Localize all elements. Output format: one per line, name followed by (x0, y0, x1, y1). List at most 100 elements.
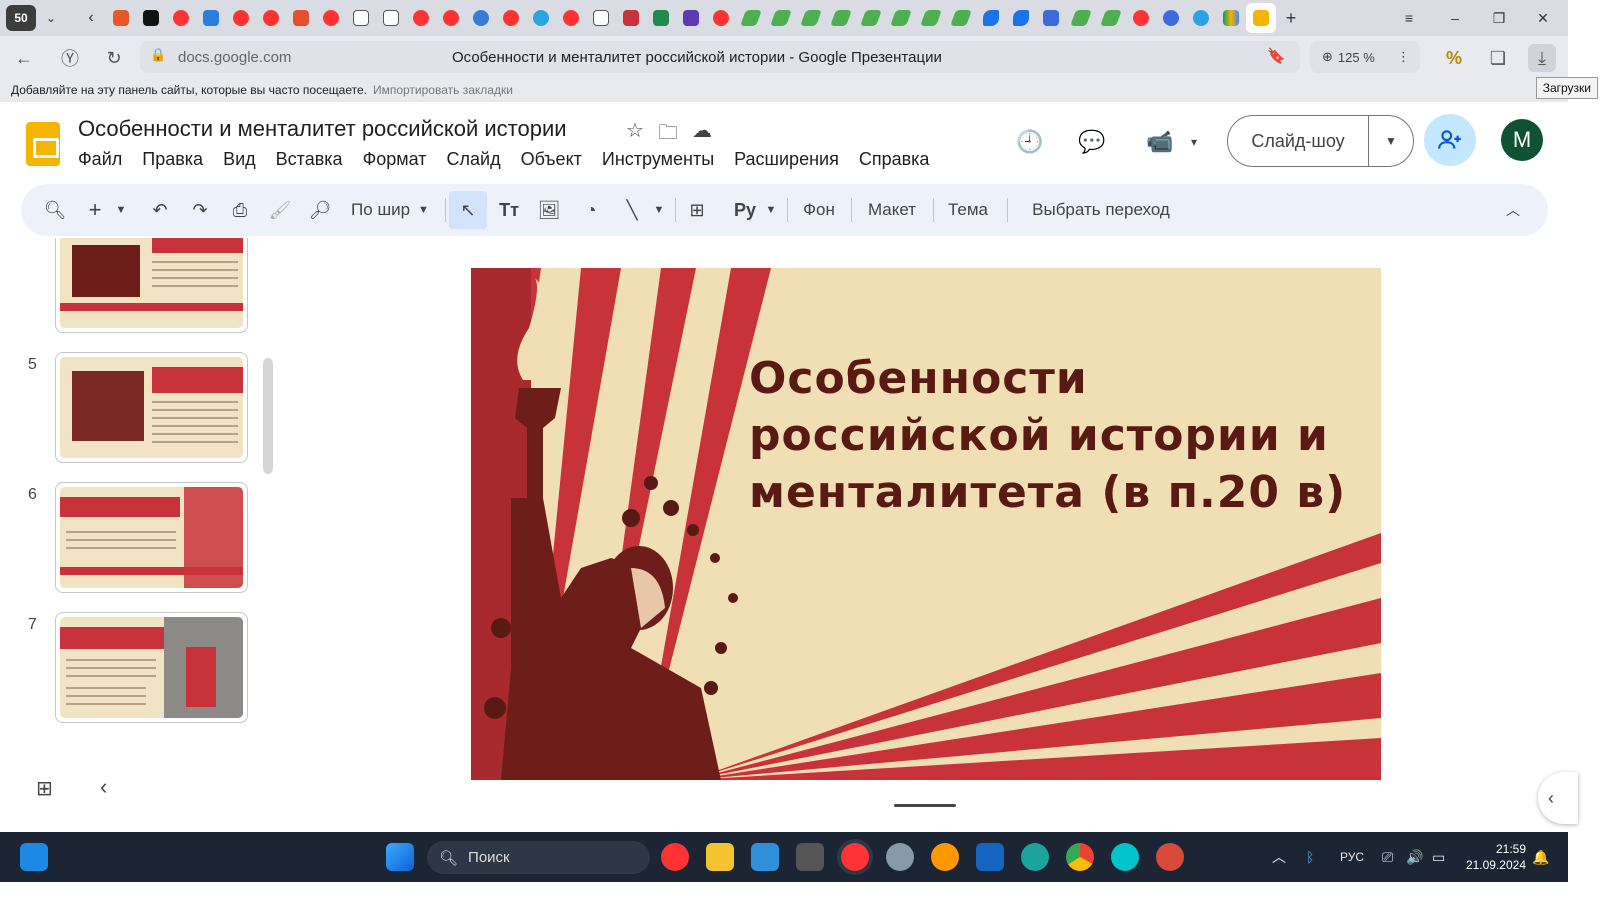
tab-favicon[interactable] (286, 3, 316, 33)
restore-icon[interactable]: ❐ (1476, 0, 1522, 36)
tab-favicon[interactable] (736, 3, 766, 33)
tab-favicon[interactable] (1156, 3, 1186, 33)
import-bookmarks-link[interactable]: Импортировать закладки (373, 83, 513, 97)
tab-favicon[interactable] (166, 3, 196, 33)
chrome-icon[interactable] (1066, 843, 1094, 871)
notifications-icon[interactable]: 🔔 (1532, 832, 1549, 882)
meet-icon[interactable]: 📹 (1142, 124, 1178, 160)
shape-icon[interactable]: ◔ (577, 196, 605, 224)
store-icon[interactable] (976, 843, 1004, 871)
yandex-app-icon[interactable] (661, 843, 689, 871)
tab-favicon[interactable] (1066, 3, 1096, 33)
tab-favicon[interactable] (886, 3, 916, 33)
file-explorer-icon[interactable] (706, 843, 734, 871)
bluetooth-icon[interactable]: ᛒ (1306, 832, 1314, 882)
canva-icon[interactable] (1111, 843, 1139, 871)
select-tool-icon[interactable]: ↖ (449, 191, 487, 229)
filmstrip-scrollbar[interactable] (263, 358, 273, 474)
tab-favicon[interactable] (976, 3, 1006, 33)
tab-favicon[interactable] (646, 3, 676, 33)
tab-favicon[interactable] (766, 3, 796, 33)
tab-favicon[interactable] (226, 3, 256, 33)
menu-extensions[interactable]: Расширения (734, 149, 839, 170)
tab-favicon[interactable] (376, 3, 406, 33)
redo-icon[interactable]: ↷ (187, 196, 213, 224)
tray-overflow-icon[interactable]: ︿ (1272, 832, 1286, 882)
new-slide-dropdown-icon[interactable]: ▼ (113, 196, 129, 224)
slides-logo-icon[interactable] (26, 122, 60, 166)
collapse-toolbar-icon[interactable]: ︿ (1501, 196, 1525, 224)
grid-view-icon[interactable]: ⊞ (36, 776, 53, 801)
start-icon[interactable] (386, 843, 414, 871)
more-icon[interactable]: ⋮ (1397, 49, 1410, 65)
yandex-icon[interactable]: Ⓨ (56, 44, 84, 72)
cloud-status-icon[interactable]: ☁ (692, 118, 712, 152)
slide-thumbnail[interactable] (55, 238, 248, 333)
slideshow-button[interactable]: Слайд-шоу (1228, 116, 1369, 166)
tab-favicon[interactable] (946, 3, 976, 33)
desktop-icon[interactable] (751, 843, 779, 871)
menu-tools[interactable]: Инструменты (602, 149, 714, 170)
tab-favicon[interactable] (556, 3, 586, 33)
collections-icon[interactable]: ❏ (1484, 44, 1512, 72)
document-title[interactable]: Особенности и менталитет российской исто… (78, 116, 567, 142)
tabs-dropdown-icon[interactable]: ⌄ (36, 3, 66, 33)
search-menus-icon[interactable]: 🔍︎ (41, 196, 69, 224)
slide-thumbnail[interactable] (55, 612, 248, 723)
music-icon[interactable] (931, 843, 959, 871)
tab-favicon[interactable] (316, 3, 346, 33)
tab-favicon[interactable] (676, 3, 706, 33)
settings-icon[interactable] (886, 843, 914, 871)
menu-format[interactable]: Формат (363, 149, 427, 170)
url-field[interactable]: 🔒 docs.google.com Особенности и менталит… (140, 41, 1300, 73)
language-indicator[interactable]: РУС (1340, 832, 1364, 882)
volume-icon[interactable]: 🔊 (1406, 832, 1423, 882)
tab-favicon[interactable] (856, 3, 886, 33)
tab-favicon[interactable] (826, 3, 856, 33)
layout-button[interactable]: Макет (863, 196, 921, 224)
tab-favicon[interactable] (916, 3, 946, 33)
tab-favicon[interactable] (406, 3, 436, 33)
close-window-icon[interactable]: ✕ (1520, 0, 1566, 36)
tab-favicon[interactable] (256, 3, 286, 33)
current-slide[interactable]: Особенности российской истории и ментали… (471, 268, 1381, 780)
zoom-indicator[interactable]: ⊕ 125 % ⋮ (1310, 41, 1420, 73)
avatar[interactable]: M (1501, 119, 1543, 161)
tab-favicon[interactable] (196, 3, 226, 33)
coupon-extension-icon[interactable]: % (1440, 44, 1468, 72)
tab-favicon[interactable] (586, 3, 616, 33)
line-dropdown-icon[interactable]: ▼ (651, 196, 667, 224)
tab-favicon[interactable] (436, 3, 466, 33)
background-button[interactable]: Фон (799, 196, 839, 224)
yandex-browser-icon[interactable] (841, 843, 869, 871)
zoom-icon[interactable]: 🔎︎ (307, 196, 333, 224)
new-slide-icon[interactable]: + (83, 196, 107, 224)
zoom-select[interactable]: По шир ▼ (345, 196, 435, 224)
menu-object[interactable]: Объект (521, 149, 582, 170)
text-box-icon[interactable]: Tт (495, 196, 523, 224)
tab-count-badge[interactable]: 50 (6, 5, 36, 31)
menu-insert[interactable]: Вставка (276, 149, 343, 170)
tabs-menu-icon[interactable]: ≡ (1386, 0, 1432, 36)
insert-image-icon[interactable]: 🖼 (535, 196, 563, 224)
paint-format-icon[interactable]: 🖌 (267, 196, 293, 224)
widgets-icon[interactable] (20, 843, 48, 871)
calculator-icon[interactable] (796, 843, 824, 871)
tab-favicon[interactable] (796, 3, 826, 33)
network-icon[interactable]: ⎚ (1382, 832, 1393, 882)
input-tools-icon[interactable]: Pу (731, 196, 759, 224)
input-tools-dropdown-icon[interactable]: ▼ (763, 196, 779, 224)
tab-favicon[interactable] (496, 3, 526, 33)
taskbar-search[interactable]: 🔍︎ Поиск (427, 841, 650, 874)
reload-icon[interactable]: ↻ (100, 44, 128, 72)
print-icon[interactable]: ⎙ (227, 196, 253, 224)
slide-thumbnail[interactable] (55, 482, 248, 593)
slide-thumbnail[interactable] (55, 352, 248, 463)
undo-icon[interactable]: ↶ (147, 196, 173, 224)
comments-icon[interactable]: 💬 (1074, 124, 1110, 160)
menu-help[interactable]: Справка (859, 149, 930, 170)
tab-favicon[interactable] (136, 3, 166, 33)
tab-active-slides[interactable] (1246, 3, 1276, 33)
star-icon[interactable]: ☆ (626, 118, 644, 152)
new-tab-icon[interactable]: + (1276, 3, 1306, 33)
